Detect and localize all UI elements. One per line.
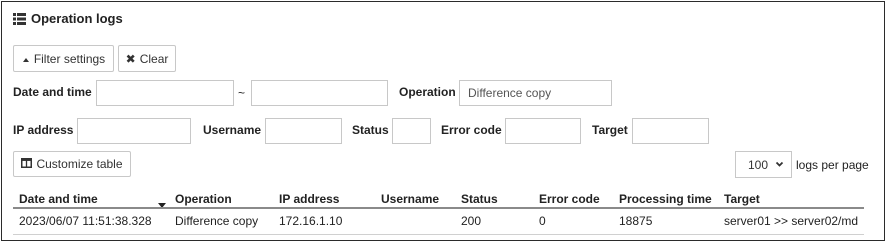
caret-up-icon — [22, 52, 30, 66]
page-title-text: Operation logs — [31, 11, 123, 26]
close-icon: ✖ — [125, 51, 136, 66]
per-page-suffix: logs per page — [796, 158, 869, 172]
filter-settings-label: Filter settings — [33, 51, 106, 66]
error-code-label: Error code — [441, 123, 502, 137]
cell-date: 2023/06/07 11:51:38.328 — [19, 214, 152, 228]
column-header-date[interactable]: Date and time — [19, 192, 98, 206]
column-header-processing-time[interactable]: Processing time — [619, 192, 712, 206]
table-header-divider — [13, 207, 864, 209]
username-input[interactable] — [265, 118, 342, 144]
chevron-down-icon — [775, 158, 784, 173]
ip-label: IP address — [13, 123, 74, 137]
date-range-separator: ~ — [238, 86, 246, 100]
per-page-value: 100 — [748, 157, 769, 172]
status-label: Status — [352, 123, 389, 137]
clear-button[interactable]: ✖ Clear — [118, 45, 176, 72]
cell-target: server01 >> server02/md — [724, 214, 859, 228]
column-header-target[interactable]: Target — [724, 192, 760, 206]
list-icon — [13, 12, 26, 25]
cell-operation: Difference copy — [175, 214, 259, 228]
customize-table-label: Customize table — [36, 157, 123, 171]
target-label: Target — [592, 123, 628, 137]
column-header-error-code[interactable]: Error code — [539, 192, 600, 206]
page-title: Operation logs — [13, 11, 123, 26]
per-page-select[interactable]: 100 — [735, 151, 792, 178]
column-header-ip[interactable]: IP address — [279, 192, 339, 206]
error-code-input[interactable] — [505, 118, 581, 144]
ip-input[interactable] — [77, 118, 191, 144]
filter-settings-button[interactable]: Filter settings — [13, 45, 114, 72]
username-label: Username — [203, 123, 262, 137]
customize-table-button[interactable]: Customize table — [13, 151, 131, 177]
date-to-input[interactable] — [251, 80, 388, 106]
table-row-divider — [13, 234, 864, 235]
operation-logs-panel: Operation logs Filter settings ✖ Clear D… — [1, 1, 885, 241]
cell-processing-time: 18875 — [619, 214, 653, 228]
cell-error-code: 0 — [539, 214, 546, 228]
date-label: Date and time — [13, 85, 92, 99]
cell-ip: 172.16.1.10 — [279, 214, 343, 228]
cell-status: 200 — [461, 214, 482, 228]
table-layout-icon — [21, 157, 33, 171]
column-header-username[interactable]: Username — [381, 192, 439, 206]
column-header-status[interactable]: Status — [461, 192, 498, 206]
operation-label: Operation — [399, 85, 456, 99]
operation-input[interactable] — [459, 80, 612, 106]
column-header-operation[interactable]: Operation — [175, 192, 232, 206]
clear-label: Clear — [139, 51, 169, 66]
status-input[interactable] — [392, 118, 431, 144]
date-from-input[interactable] — [96, 80, 234, 106]
target-input[interactable] — [632, 118, 709, 144]
